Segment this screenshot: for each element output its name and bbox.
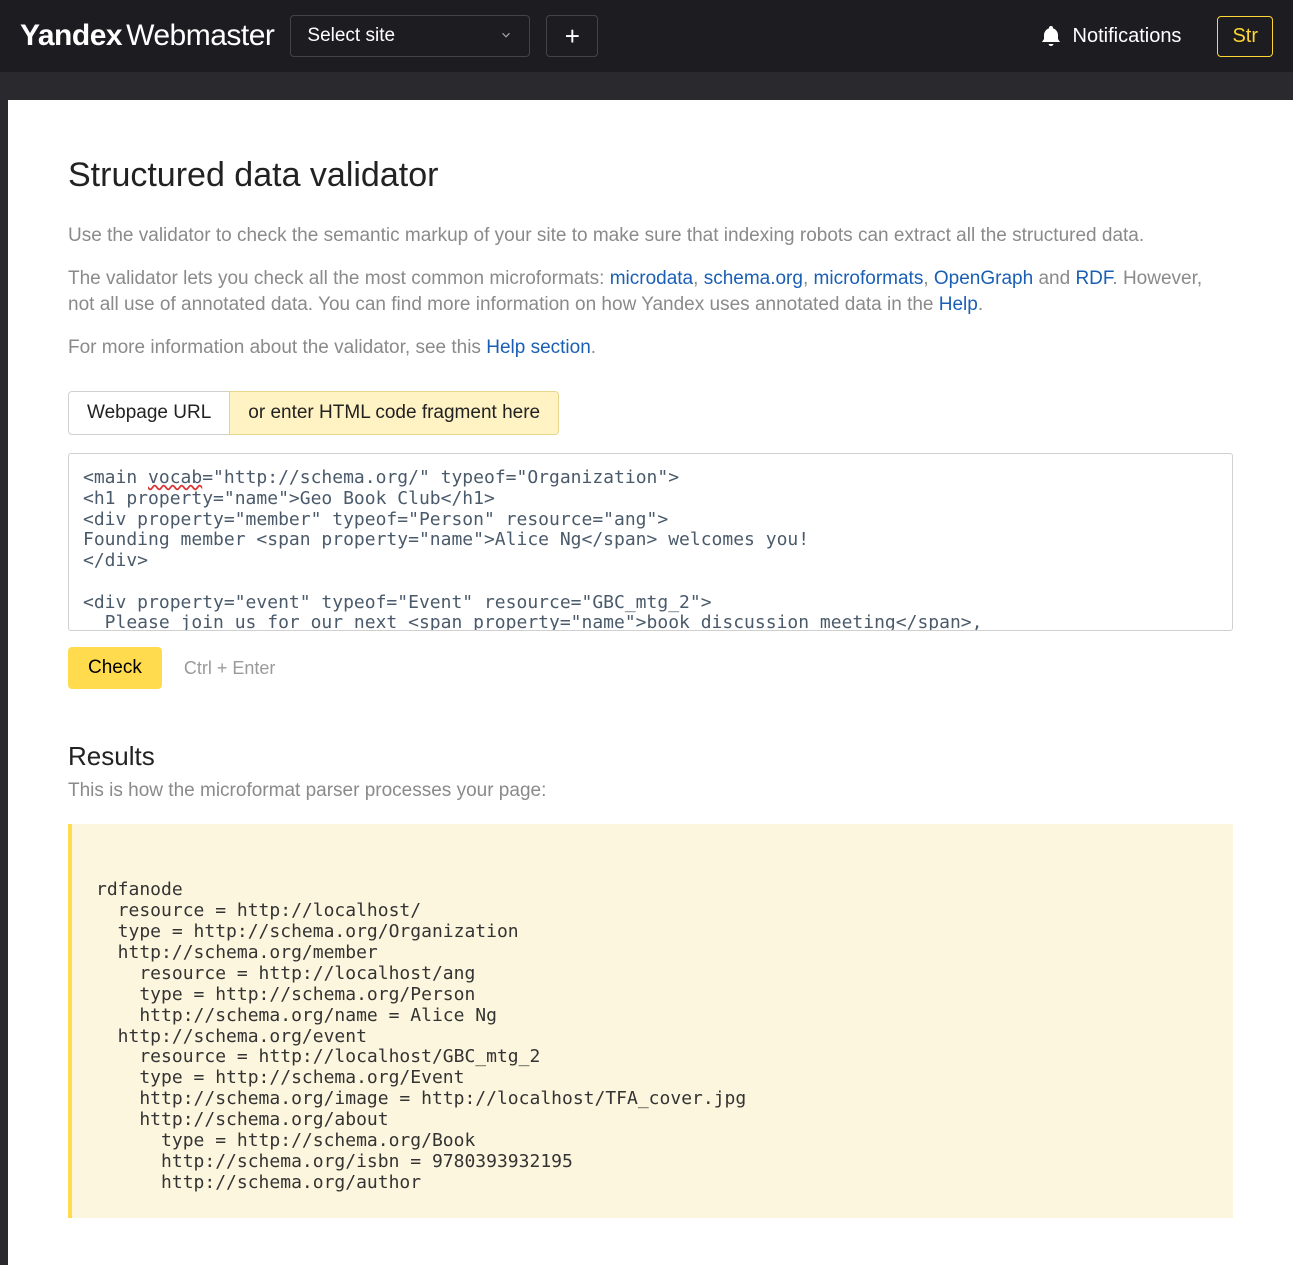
intro-p3: For more information about the validator… — [68, 335, 1233, 362]
page-title: Structured data validator — [68, 156, 1233, 195]
notifications-button[interactable]: Notifications — [1039, 24, 1182, 48]
top-bar: Yandex Webmaster Select site + Notificat… — [0, 0, 1293, 72]
link-help-section[interactable]: Help section — [486, 337, 591, 358]
link-rdf[interactable]: RDF — [1075, 268, 1112, 289]
link-microformats[interactable]: microformats — [814, 268, 924, 289]
link-microdata[interactable]: microdata — [610, 268, 693, 289]
dark-strip — [0, 72, 1293, 100]
tab-html-fragment[interactable]: or enter HTML code fragment here — [230, 391, 559, 435]
intro-text: Use the validator to check the semantic … — [68, 223, 1233, 361]
check-button[interactable]: Check — [68, 647, 162, 689]
intro-p1: Use the validator to check the semantic … — [68, 223, 1233, 250]
results-subtitle: This is how the microformat parser proce… — [68, 780, 1233, 802]
input-mode-tabs: Webpage URL or enter HTML code fragment … — [68, 391, 1233, 435]
page-content: Structured data validator Use the valida… — [8, 100, 1293, 1265]
brand-bold: Yandex — [20, 19, 122, 53]
bell-icon — [1039, 24, 1063, 48]
header-cta-button[interactable]: Str — [1217, 16, 1273, 57]
results-output: rdfanode resource = http://localhost/ ty… — [68, 824, 1233, 1217]
plus-icon: + — [565, 21, 580, 52]
notifications-label: Notifications — [1073, 25, 1182, 48]
link-schema[interactable]: schema.org — [704, 268, 803, 289]
site-select-label: Select site — [307, 25, 395, 47]
html-code-input[interactable]: <main vocab="http://schema.org/" typeof=… — [68, 453, 1233, 631]
brand-thin: Webmaster — [126, 19, 274, 53]
brand-logo[interactable]: Yandex Webmaster — [20, 19, 274, 53]
chevron-down-icon — [499, 28, 513, 45]
add-site-button[interactable]: + — [546, 15, 598, 57]
site-select-dropdown[interactable]: Select site — [290, 15, 530, 57]
tab-webpage-url[interactable]: Webpage URL — [68, 391, 230, 435]
link-opengraph[interactable]: OpenGraph — [934, 268, 1033, 289]
intro-p2: The validator lets you check all the mos… — [68, 266, 1233, 319]
header-cta-label: Str — [1232, 25, 1258, 47]
check-row: Check Ctrl + Enter — [68, 647, 1233, 689]
results-title: Results — [68, 741, 1233, 772]
link-help[interactable]: Help — [939, 294, 978, 315]
shortcut-hint: Ctrl + Enter — [184, 658, 276, 679]
